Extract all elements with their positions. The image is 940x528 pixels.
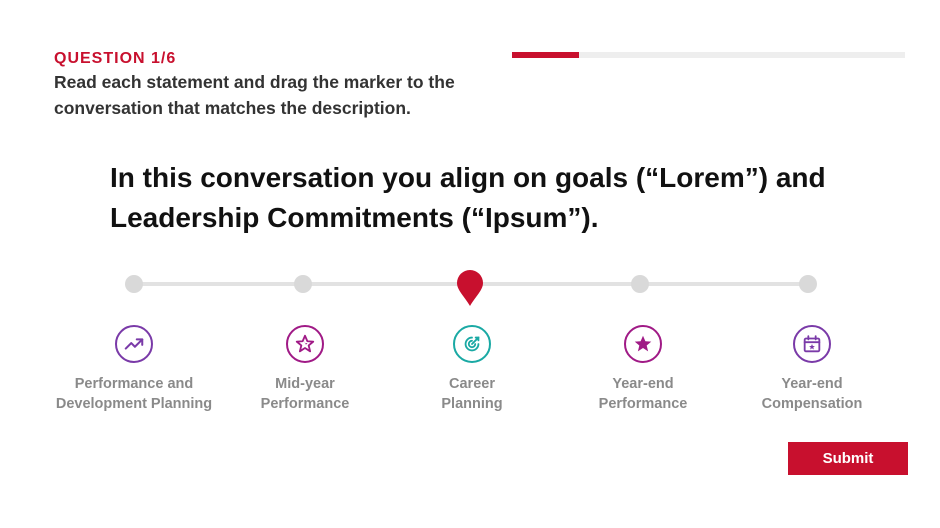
option-year-end-compensation[interactable]: Year-end Compensation	[722, 325, 902, 414]
option-label: Year-end Performance	[598, 376, 688, 412]
slider-stop-5[interactable]	[799, 275, 817, 293]
trend-up-icon	[115, 325, 153, 363]
slider-stop-4[interactable]	[631, 275, 649, 293]
option-label: Performance and Development Planning	[55, 376, 213, 412]
target-icon	[453, 325, 491, 363]
option-label: Mid-year Performance	[260, 376, 350, 412]
progress-fill	[512, 52, 579, 58]
star-outline-icon	[286, 325, 324, 363]
option-year-end-performance[interactable]: Year-end Performance	[553, 325, 733, 414]
drag-marker[interactable]	[456, 269, 484, 307]
slider-stop-2[interactable]	[294, 275, 312, 293]
statement-text: In this conversation you align on goals …	[110, 162, 826, 233]
option-label: Career Planning	[441, 376, 503, 412]
slider-stop-1[interactable]	[125, 275, 143, 293]
progress-bar	[512, 52, 905, 58]
calendar-icon	[793, 325, 831, 363]
option-career-planning[interactable]: Career Planning	[382, 325, 562, 414]
submit-button[interactable]: Submit	[788, 442, 908, 475]
question-label: QUESTION 1/6	[54, 50, 177, 67]
star-filled-icon	[624, 325, 662, 363]
option-label: Year-end Compensation	[761, 376, 863, 412]
instructions-text: Read each statement and drag the marker …	[54, 72, 455, 118]
option-mid-year-performance[interactable]: Mid-year Performance	[215, 325, 395, 414]
option-performance-development-planning[interactable]: Performance and Development Planning	[44, 325, 224, 414]
